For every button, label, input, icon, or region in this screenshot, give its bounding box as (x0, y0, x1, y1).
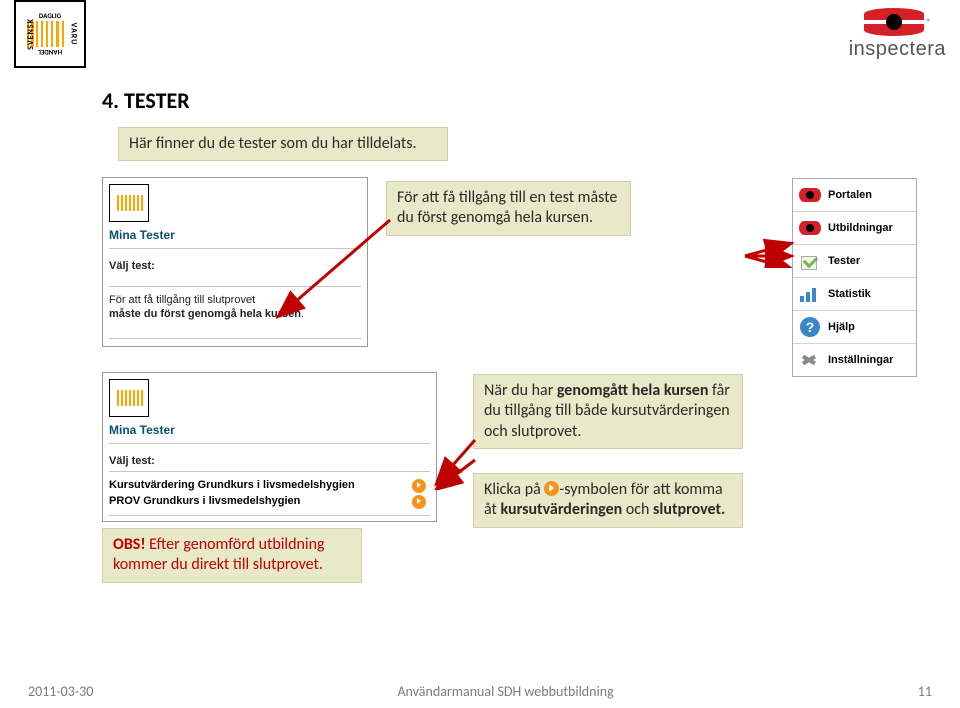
nav-label: Utbildningar (828, 222, 893, 234)
divider (109, 338, 361, 339)
callout-access-note: För att få tillgång till en test måste d… (386, 181, 631, 236)
panel-title: Mina Tester (109, 423, 175, 437)
info-line1: För att få tillgång till slutprovet (109, 294, 255, 306)
sdh-mini-logo (109, 184, 149, 222)
callout-click-d: och (622, 500, 653, 519)
arrow-annotation-icon (270, 215, 400, 335)
test-row-prov[interactable]: PROV Grundkurs i livsmedelshygien (109, 495, 300, 507)
label-valj-test: Välj test: (109, 455, 155, 467)
sdh-logo-top-text: DAGLIG (39, 12, 61, 19)
callout-obs-b: Efter genomförd utbildning kommer du dir… (113, 535, 325, 574)
page-footer: 2011-03-30 Användarmanual SDH webbutbild… (0, 683, 960, 700)
nav-item-portalen[interactable]: Portalen (793, 179, 916, 211)
section-heading: 4. TESTER (102, 87, 190, 114)
footer-date: 2011-03-30 (28, 683, 93, 700)
callout-obs-a: OBS! (113, 535, 146, 554)
checkmark-icon (799, 250, 821, 272)
footer-title: Användarmanual SDH webbutbildning (397, 683, 613, 700)
callout-click-a: Klicka på (484, 480, 544, 499)
footer-page-number: 11 (918, 683, 932, 700)
nav-item-utbildningar[interactable]: Utbildningar (793, 211, 916, 244)
callout-click-symbol: Klicka på -symbolen för att komma åt kur… (473, 473, 743, 528)
nav-item-statistik[interactable]: Statistik (793, 277, 916, 310)
arrow-circle-icon[interactable] (412, 495, 426, 509)
callout-completed-bold: genomgått hela kursen (557, 381, 709, 400)
inspectera-logo: ® inspectera (849, 6, 946, 61)
arrow-circle-icon (544, 481, 559, 496)
sdh-mini-logo (109, 379, 149, 417)
sdh-logo: SVENSK VARU DAGLIG HANDEL (14, 0, 86, 68)
sdh-logo-side-right: VARU (70, 23, 78, 46)
registered-mark: ® (927, 17, 932, 28)
callout-completed: När du har genomgått hela kursen får du … (473, 374, 743, 449)
eye-icon (799, 217, 821, 239)
panel-title: Mina Tester (109, 228, 175, 242)
help-icon: ? (799, 316, 821, 338)
nav-label: Statistik (828, 288, 871, 300)
nav-label: Hjälp (828, 321, 855, 333)
sdh-logo-bottom-text: HANDEL (38, 49, 62, 56)
eye-icon (799, 184, 821, 206)
nav-menu: Portalen Utbildningar Tester Statistik ?… (792, 178, 917, 377)
nav-label: Tester (828, 255, 860, 267)
callout-click-c: kursutvärderingen (501, 500, 623, 519)
callout-completed-prefix: När du har (484, 381, 557, 400)
callout-click-e: slutprovet. (653, 500, 725, 519)
bar-chart-icon (799, 283, 821, 305)
arrow-annotation-icon (743, 238, 798, 268)
nav-item-installningar[interactable]: Inställningar (793, 343, 916, 376)
sdh-logo-side-left: SVENSK (27, 18, 35, 50)
divider (109, 515, 430, 516)
inspectera-wordmark: inspectera (849, 38, 946, 61)
arrow-annotation-icon (380, 430, 480, 490)
eye-icon (864, 6, 924, 38)
callout-intro: Här finner du de tester som du har tilld… (118, 127, 448, 161)
test-row-kursutvardering[interactable]: Kursutvärdering Grundkurs i livsmedelshy… (109, 479, 355, 491)
nav-item-tester[interactable]: Tester (793, 244, 916, 277)
settings-icon (799, 349, 821, 371)
callout-obs: OBS! Efter genomförd utbildning kommer d… (102, 528, 362, 583)
nav-label: Portalen (828, 189, 872, 201)
nav-item-hjalp[interactable]: ? Hjälp (793, 310, 916, 343)
nav-label: Inställningar (828, 354, 893, 366)
label-valj-test: Välj test: (109, 260, 155, 272)
